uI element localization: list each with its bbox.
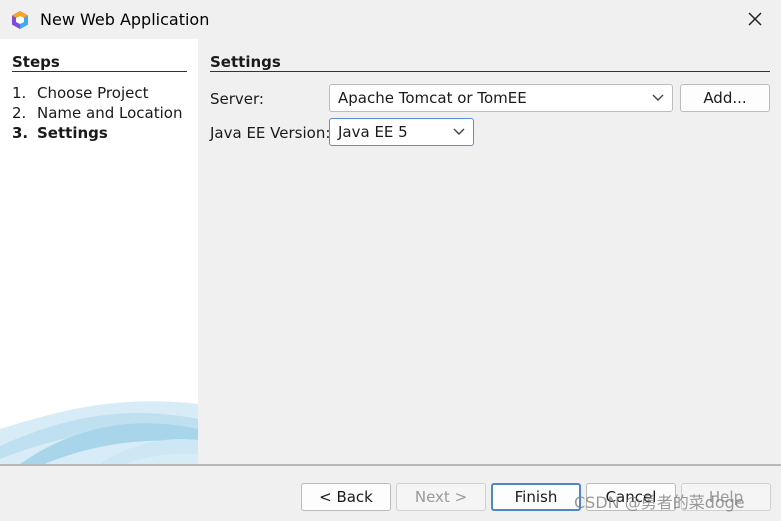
step-number: 3. — [12, 124, 29, 142]
back-button[interactable]: < Back — [301, 483, 391, 511]
javaee-version-value: Java EE 5 — [338, 123, 408, 141]
footer-divider — [0, 464, 781, 466]
server-label: Server: — [210, 90, 264, 108]
chevron-down-icon — [652, 94, 664, 101]
steps-heading: Steps — [12, 53, 60, 71]
step-label: Choose Project — [37, 84, 149, 102]
chevron-down-icon — [453, 128, 465, 135]
finish-button[interactable]: Finish — [491, 483, 581, 511]
javaee-version-select[interactable]: Java EE 5 — [329, 118, 474, 146]
settings-heading: Settings — [210, 53, 281, 71]
step-label: Settings — [37, 124, 108, 142]
step-item-name-location: 2. Name and Location — [12, 104, 182, 122]
settings-panel: Settings Server: Apache Tomcat or TomEE … — [198, 39, 781, 464]
close-icon[interactable] — [745, 9, 765, 29]
step-label: Name and Location — [37, 104, 183, 122]
server-value: Apache Tomcat or TomEE — [338, 89, 527, 107]
cancel-button[interactable]: Cancel — [586, 483, 676, 511]
title-bar: New Web Application — [0, 0, 781, 39]
server-select[interactable]: Apache Tomcat or TomEE — [329, 84, 673, 112]
steps-panel: Steps 1. Choose Project 2. Name and Locati… — [0, 39, 198, 464]
steps-divider — [12, 71, 187, 72]
add-server-button[interactable]: Add... — [680, 84, 770, 112]
settings-divider — [210, 71, 770, 72]
help-button[interactable]: Help — [681, 483, 771, 511]
next-button[interactable]: Next > — [396, 483, 486, 511]
javaee-version-label: Java EE Version: — [210, 124, 331, 142]
step-item-choose-project: 1. Choose Project — [12, 84, 148, 102]
decorative-swoosh — [0, 401, 198, 464]
netbeans-logo-icon — [12, 11, 28, 29]
step-number: 1. — [12, 84, 27, 102]
step-item-settings: 3. Settings — [12, 124, 108, 142]
window-title: New Web Application — [40, 10, 210, 29]
step-number: 2. — [12, 104, 27, 122]
